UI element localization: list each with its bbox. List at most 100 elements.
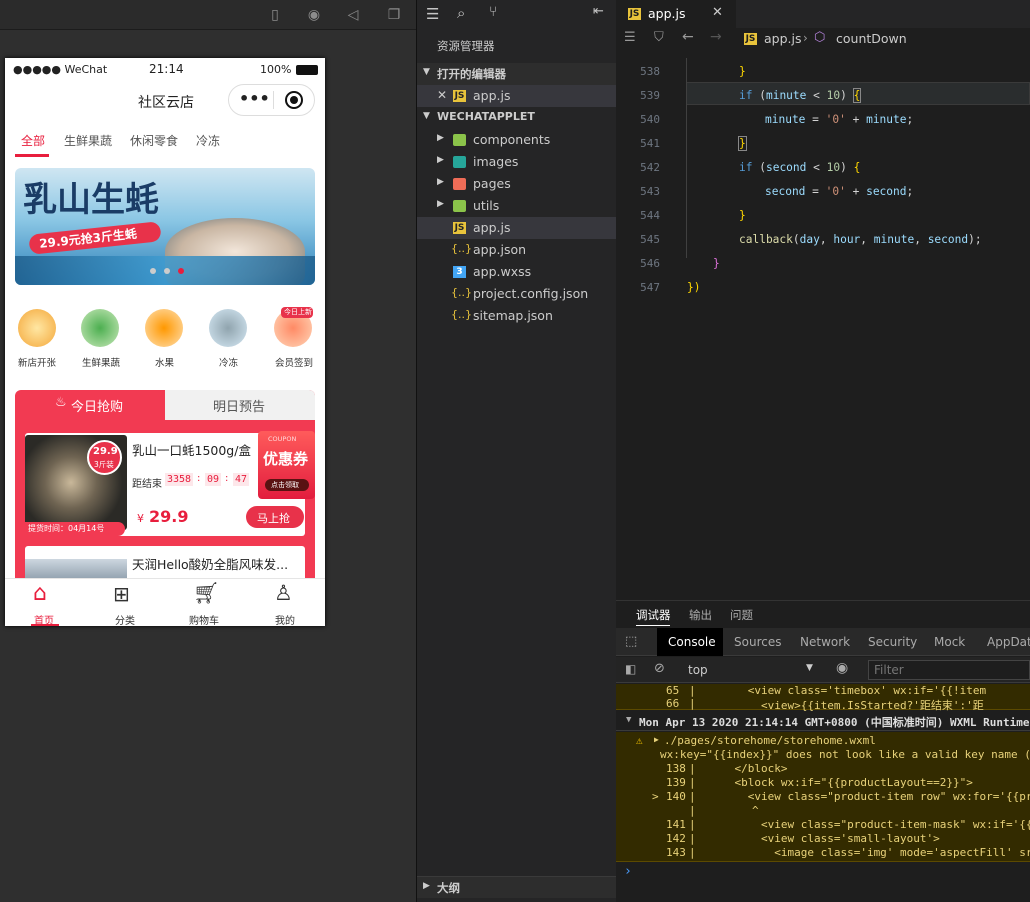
vegetable-icon[interactable] [81,309,119,347]
banner-dot[interactable] [164,268,170,274]
phone-icon[interactable]: ▯ [266,6,284,24]
file-sitemap[interactable]: {..} sitemap.json [417,305,617,327]
close-icon[interactable]: ✕ [437,88,447,102]
cart-icon: 🛒︎ [193,581,220,605]
tab-frozen[interactable]: 冷冻 [196,132,220,149]
branch-icon[interactable]: ⑂ [489,4,497,20]
folder-pages[interactable]: ▶ pages [417,173,617,195]
tab-all[interactable]: 全部 [15,130,53,158]
editor-tabbar: JS app.js ✕ [616,0,1030,28]
debug-tabs: 调试器 输出 问题 [616,600,1030,626]
nav-category[interactable]: ⊞ 分类 [85,579,165,626]
banner-price-tag: 29.9元抢3斤生蚝 [28,221,162,255]
js-file-icon: JS [453,222,466,234]
volume-icon[interactable]: ◁ [344,6,362,24]
tab-output[interactable]: 输出 [689,607,712,623]
nav-cart[interactable]: 🛒︎ 购物车 [165,579,245,626]
list-icon[interactable]: ☰ [624,30,636,45]
banner-dot[interactable] [150,268,156,274]
editor-tab-app-js[interactable]: JS app.js ✕ [616,0,736,28]
record-icon[interactable]: ◉ [305,6,323,24]
nav-mine[interactable]: ♙ 我的 [245,579,325,626]
tab-fresh[interactable]: 生鲜果蔬 [64,132,112,149]
list-icon[interactable]: ☰ [426,5,439,23]
file-app-wxss[interactable]: 3 app.wxss [417,261,617,283]
eye-icon[interactable]: ◉ [836,660,848,676]
context-select[interactable]: top ▼ [680,660,820,680]
product-card[interactable]: 天润Hello酸奶全脂风味发... [25,546,305,582]
close-mini-icon[interactable] [285,91,303,109]
clear-console-icon[interactable]: ⊘ [654,661,665,676]
tab-snacks[interactable]: 休闲零食 [130,132,178,149]
devtools-tabbar: ⬚ Console Sources Network Security Mock … [616,628,1030,656]
explorer-toolbar: ☰ ⌕ ⑂ ⇤ [417,0,617,30]
tab-console[interactable]: Console [657,628,723,656]
file-project-config[interactable]: {..} project.config.json [417,283,617,305]
tab-appdata[interactable]: AppData [987,635,1030,649]
tab-mock[interactable]: Mock [934,635,965,649]
category-label: 会员签到 [275,358,314,369]
open-editor-item[interactable]: ✕ JS app.js [417,85,617,107]
page-title: 社区云店 [138,95,194,111]
code-area[interactable]: 538 539 540 541 542 543 544 545 546 547 … [616,50,1030,600]
countdown-minutes: 09 [205,473,222,486]
fruit-icon[interactable] [145,309,183,347]
console-group-header[interactable]: ▼ Mon Apr 13 2020 21:14:14 GMT+0800 (中国标… [616,711,1030,731]
file-app-js[interactable]: JS app.js [417,217,617,239]
new-badge: 今日上新 [281,307,313,318]
tab-sources[interactable]: Sources [734,635,781,649]
json-file-icon: {..} [451,286,472,299]
code-line: callback(day, hour, minute, second); [739,233,982,246]
simulator-toolbar: ▯ ◉ ◁ ❐ [0,0,416,30]
collapse-icon[interactable]: ⇤ [593,4,604,19]
breadcrumb-symbol[interactable]: countDown [836,31,907,46]
tab-security[interactable]: Security [868,635,917,649]
tab-network[interactable]: Network [800,635,850,649]
open-editors-header[interactable]: ▼ 打开的编辑器 [417,63,617,85]
js-file-icon: JS [628,8,641,20]
inspect-icon[interactable]: ⬚ [625,634,637,649]
forward-icon[interactable]: → [710,29,722,45]
tab-today[interactable]: ♨ 今日抢购 [15,390,165,420]
folder-utils[interactable]: ▶ utils [417,195,617,217]
status-time: 21:14 [149,62,184,76]
explorer-pane: ☰ ⌕ ⑂ ⇤ 资源管理器 ▼ 打开的编辑器 ✕ JS app.js ▼ WEC… [416,0,617,902]
window-icon[interactable]: ❐ [385,6,403,24]
new-store-icon[interactable] [18,309,56,347]
back-icon[interactable]: ← [682,29,694,45]
promo-banner[interactable]: 乳山生蚝 29.9元抢3斤生蚝 [15,168,315,285]
tab-debugger[interactable]: 调试器 [636,607,671,623]
outline-header[interactable]: ▶ 大纲 [417,876,617,898]
frozen-icon[interactable] [209,309,247,347]
js-file-icon: JS [744,33,757,45]
debug-panel: 调试器 输出 问题 ⬚ Console Sources Network Secu… [616,600,1030,902]
bookmark-icon[interactable]: ⛉ [654,30,664,45]
currency-symbol: ¥ [137,512,144,525]
product-card[interactable]: 提货时间：04月14号 29.9 3斤装 乳山一口蚝1500g/盒 距结束 33… [25,431,315,536]
filter-input[interactable] [868,660,1030,680]
folder-components[interactable]: ▶ components [417,129,617,151]
buy-now-button[interactable]: 马上抢 [246,506,304,528]
tab-problems[interactable]: 问题 [730,607,753,623]
nav-home[interactable]: ⌂ 首页 [5,579,85,626]
coupon-widget[interactable]: COUPON 优惠券 点击领取 [258,431,315,499]
close-tab-icon[interactable]: ✕ [712,5,723,20]
more-icon[interactable]: ••• [239,89,270,108]
code-editor: JS app.js ✕ ☰ ⛉ ← → JS app.js › ⬡ countD… [616,0,1030,600]
tab-tomorrow[interactable]: 明日预告 [165,390,315,420]
code-line: } [738,136,747,151]
file-app-json[interactable]: {..} app.json [417,239,617,261]
warning-path[interactable]: ./pages/storehome/storehome.wxml [664,734,876,747]
wechat-capsule[interactable]: ••• [228,84,315,116]
countdown-seconds: 47 [233,473,250,486]
code-line: if (minute < 10) { [739,88,862,103]
search-icon[interactable]: ⌕ [457,4,465,22]
console-prompt[interactable]: › [624,864,632,879]
banner-dot-active[interactable] [178,268,184,274]
breadcrumb-file[interactable]: app.js [764,31,802,46]
sidebar-toggle-icon[interactable]: ◧ [625,662,636,676]
dropdown-icon: ▼ [806,663,813,673]
folder-images[interactable]: ▶ images [417,151,617,173]
project-header[interactable]: ▼ WECHATAPPLET [417,107,617,129]
category-label: 生鲜果蔬 [82,358,121,369]
